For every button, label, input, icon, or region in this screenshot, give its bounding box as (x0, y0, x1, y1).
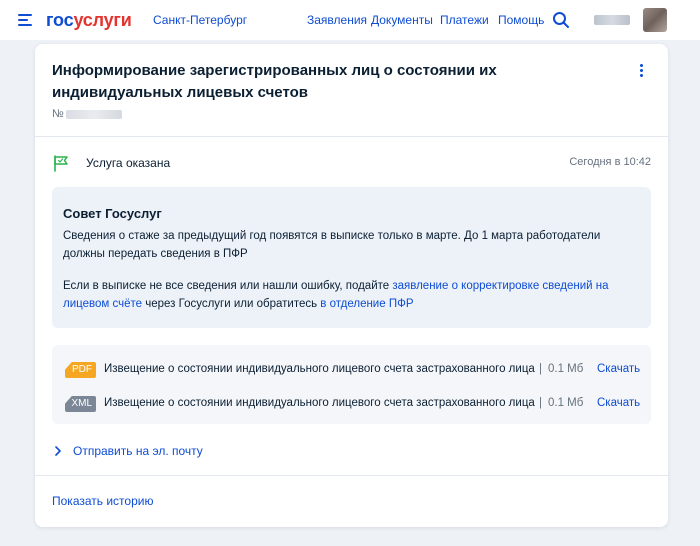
user-name-blurred[interactable] (594, 15, 630, 25)
files-list: PDF Извещение о состоянии индивидуальног… (52, 345, 651, 424)
service-card: Информирование зарегистрированных лиц о … (35, 44, 668, 527)
divider (35, 136, 668, 137)
page-title: Информирование зарегистрированных лиц о … (52, 62, 497, 101)
status-label: Услуга оказана (86, 156, 171, 170)
logo-part-gos: гос (46, 10, 74, 30)
file-separator: | (539, 397, 542, 409)
advice-panel: Совет Госуслуг Сведения о стаже за преды… (52, 187, 651, 328)
chevron-right-icon[interactable] (53, 445, 63, 457)
top-header: госуслуги Санкт-Петербург Заявления Доку… (0, 0, 700, 40)
gosuslugi-logo[interactable]: госуслуги (46, 9, 132, 31)
send-to-email-link[interactable]: Отправить на эл. почту (73, 444, 203, 458)
application-number-label: № (52, 108, 64, 120)
advice-text-2: Если в выписке не все сведения или нашли… (63, 277, 643, 313)
application-number-blurred (66, 110, 122, 119)
logo-part-uslugi: услуги (73, 10, 132, 30)
nav-documents[interactable]: Документы (371, 13, 433, 27)
search-icon[interactable] (552, 11, 570, 29)
xml-file-icon: XML (65, 396, 96, 412)
download-pdf-link[interactable]: Скачать (597, 363, 640, 375)
more-options-icon[interactable] (638, 64, 644, 78)
file-size: 0.1 Мб (548, 363, 584, 375)
show-history-link[interactable]: Показать историю (52, 494, 153, 508)
download-xml-link[interactable]: Скачать (597, 397, 640, 409)
advice-text-1: Сведения о стаже за предыдущий год появя… (63, 230, 601, 260)
status-time: Сегодня в 10:42 (569, 156, 651, 168)
avatar[interactable] (643, 8, 667, 32)
advice-text-2-start: Если в выписке не все сведения или нашли… (63, 280, 393, 292)
file-name[interactable]: Извещение о состоянии индивидуального ли… (104, 363, 536, 375)
file-row: PDF Извещение о состоянии индивидуальног… (52, 361, 651, 379)
pfr-office-link[interactable]: в отделение ПФР (320, 298, 413, 310)
nav-payments[interactable]: Платежи (440, 13, 489, 27)
divider (35, 475, 668, 476)
file-size: 0.1 Мб (548, 397, 584, 409)
pdf-file-icon: PDF (65, 362, 96, 378)
advice-text-2-middle: через Госуслуги или обратитесь (142, 298, 321, 310)
city-selector[interactable]: Санкт-Петербург (153, 13, 247, 27)
file-name[interactable]: Извещение о состоянии индивидуального ли… (104, 397, 536, 409)
advice-title: Совет Госуслуг (63, 206, 162, 221)
file-row: XML Извещение о состоянии индивидуальног… (52, 395, 651, 413)
nav-applications[interactable]: Заявления (307, 13, 367, 27)
flag-icon (54, 155, 68, 172)
nav-help[interactable]: Помощь (498, 13, 544, 27)
file-separator: | (539, 363, 542, 375)
menu-icon[interactable] (18, 14, 32, 26)
